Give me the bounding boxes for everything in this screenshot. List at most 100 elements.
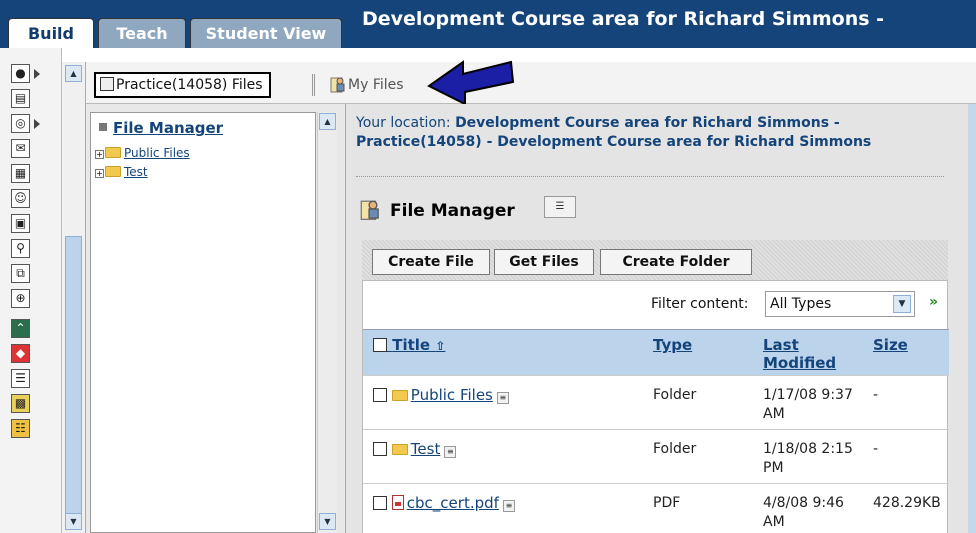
filter-select[interactable]: All Types ▼: [765, 291, 915, 317]
filter-go-icon[interactable]: »: [929, 294, 938, 310]
filter-label: Filter content:: [651, 296, 749, 312]
row-checkbox[interactable]: [373, 496, 387, 510]
file-table: Filter content: All Types ▼ » Title ⇧ Ty…: [362, 280, 949, 533]
menu-icon[interactable]: ≡: [444, 446, 457, 458]
tab-teach[interactable]: Teach: [98, 18, 186, 48]
table-row: Public Files ≡ Folder 1/17/08 9:37 AM -: [363, 375, 949, 429]
tree-item-public-files[interactable]: + Public Files: [95, 146, 190, 160]
scorm-icon[interactable]: ▣: [11, 214, 30, 233]
row-checkbox[interactable]: [373, 388, 387, 402]
col-title[interactable]: Title ⇧: [373, 336, 445, 355]
row-name: Public Files ≡: [373, 386, 509, 404]
expand-arrow-icon[interactable]: [34, 119, 40, 129]
tree-item-test[interactable]: + Test: [95, 165, 148, 179]
expand-arrow-icon[interactable]: [34, 69, 40, 79]
tab-student-view[interactable]: Student View: [190, 18, 342, 48]
collapse-icon[interactable]: ⌃: [11, 319, 30, 338]
app-window: Build Teach Student View Development Cou…: [0, 0, 976, 533]
my-files-label: My Files: [348, 77, 404, 93]
toolbar-divider: [312, 74, 315, 96]
apple-icon[interactable]: ●: [11, 64, 30, 83]
row-link[interactable]: Test: [411, 440, 441, 458]
folder-tree: File Manager + Public Files + Test: [90, 112, 316, 533]
files-icon[interactable]: ☰: [11, 369, 30, 388]
location-breadcrumb: Your location: Development Course area f…: [356, 114, 946, 152]
row-link[interactable]: cbc_cert.pdf: [407, 494, 499, 512]
select-all-checkbox[interactable]: [373, 338, 387, 352]
col-size[interactable]: Size: [873, 336, 908, 354]
file-manager-heading: File Manager: [360, 196, 515, 222]
sort-up-icon[interactable]: ⇧: [435, 339, 445, 353]
row-name: Test ≡: [373, 440, 457, 458]
my-files-button[interactable]: My Files: [330, 74, 404, 96]
practice-files-label: Practice(14058) Files: [116, 77, 263, 93]
divider: [356, 176, 944, 177]
scroll-up-icon[interactable]: ▲: [65, 65, 82, 82]
course-title: Development Course area for Richard Simm…: [362, 8, 885, 30]
magnifier-icon[interactable]: ⚲: [11, 239, 30, 258]
expand-plus-icon[interactable]: +: [95, 169, 104, 178]
action-bar: Create File Get Files Create Folder: [362, 240, 948, 280]
table-row: cbc_cert.pdf ≡ PDF 4/8/08 9:46 AM 428.29K…: [363, 483, 949, 533]
row-link[interactable]: Public Files: [411, 386, 493, 404]
envelope-icon[interactable]: ✉: [11, 139, 30, 158]
folder-icon: [105, 147, 121, 158]
create-folder-button[interactable]: Create Folder: [600, 249, 752, 275]
disc-icon[interactable]: ◎: [11, 114, 30, 133]
copy-icon[interactable]: ⧉: [11, 264, 30, 283]
get-files-button[interactable]: Get Files: [494, 249, 594, 275]
scroll-up-icon[interactable]: ▲: [319, 113, 336, 130]
globe-icon[interactable]: ⊕: [11, 289, 30, 308]
create-file-button[interactable]: Create File: [372, 249, 490, 275]
menu-icon[interactable]: ≡: [502, 500, 515, 512]
col-type[interactable]: Type: [653, 336, 692, 354]
folder-tree-pane: File Manager + Public Files + Test ▲ ▼: [86, 104, 346, 533]
row-size: -: [873, 441, 879, 457]
menu-icon[interactable]: ≡: [496, 392, 509, 404]
table-row: Test ≡ Folder 1/18/08 2:15 PM -: [363, 429, 949, 483]
page-icon[interactable]: ▦: [11, 164, 30, 183]
row-type: Folder: [653, 441, 697, 457]
folder-icon: [391, 390, 408, 401]
heading-label: File Manager: [390, 201, 515, 221]
file-manager-main: Your location: Development Course area f…: [346, 104, 968, 533]
bullet-icon: [99, 123, 107, 131]
tree-scrollbar[interactable]: ▲ ▼: [317, 112, 337, 533]
filter-selected-value: All Types: [770, 296, 832, 312]
row-size: -: [873, 387, 879, 403]
cube-icon[interactable]: ◆: [11, 344, 30, 363]
scroll-down-icon[interactable]: ▼: [319, 513, 336, 530]
chevron-down-icon[interactable]: ▼: [893, 295, 911, 313]
document-icon[interactable]: ▤: [11, 89, 30, 108]
files-icon: [100, 77, 114, 91]
row-modified: 4/8/08 9:46 AM: [763, 495, 844, 530]
header-bar: Build Teach Student View Development Cou…: [0, 0, 976, 48]
quiz-icon[interactable]: ☷: [11, 419, 30, 438]
tool-icon-bar: ● ▤ ◎ ✉ ▦ ☺ ▣ ⚲ ⧉ ⊕ ⌃ ◆ ☰ ▩ ☷: [0, 48, 62, 533]
person-icon: [330, 77, 345, 93]
pdf-file-icon: [391, 495, 404, 510]
grid-icon[interactable]: ▩: [11, 394, 30, 413]
expand-plus-icon[interactable]: +: [95, 150, 104, 159]
options-menu-icon[interactable]: ☰: [544, 196, 576, 218]
row-name: cbc_cert.pdf ≡: [373, 494, 515, 512]
tree-item-label: Test: [124, 165, 148, 179]
scrollbar-thumb[interactable]: [65, 236, 82, 522]
row-size: 428.29KB: [873, 495, 941, 511]
navigation-scrollbar[interactable]: ▲ ▼: [62, 62, 86, 533]
folder-icon: [105, 166, 121, 177]
people-icon[interactable]: ☺: [11, 189, 30, 208]
main-scrollbar[interactable]: [968, 104, 976, 533]
scroll-down-icon[interactable]: ▼: [65, 513, 82, 530]
folder-icon: [391, 444, 408, 455]
row-checkbox[interactable]: [373, 442, 387, 456]
row-modified: 1/18/08 2:15 PM: [763, 441, 853, 476]
col-last-modified[interactable]: Last Modified: [763, 336, 843, 372]
tab-build[interactable]: Build: [8, 18, 94, 48]
practice-files-button[interactable]: Practice(14058) Files: [94, 72, 271, 98]
arrow-annotation-icon: [427, 60, 515, 106]
tree-title-link[interactable]: File Manager: [99, 119, 223, 137]
col-title-label: Title: [392, 336, 431, 354]
row-modified: 1/17/08 9:37 AM: [763, 387, 853, 422]
tree-title-label: File Manager: [113, 119, 224, 137]
